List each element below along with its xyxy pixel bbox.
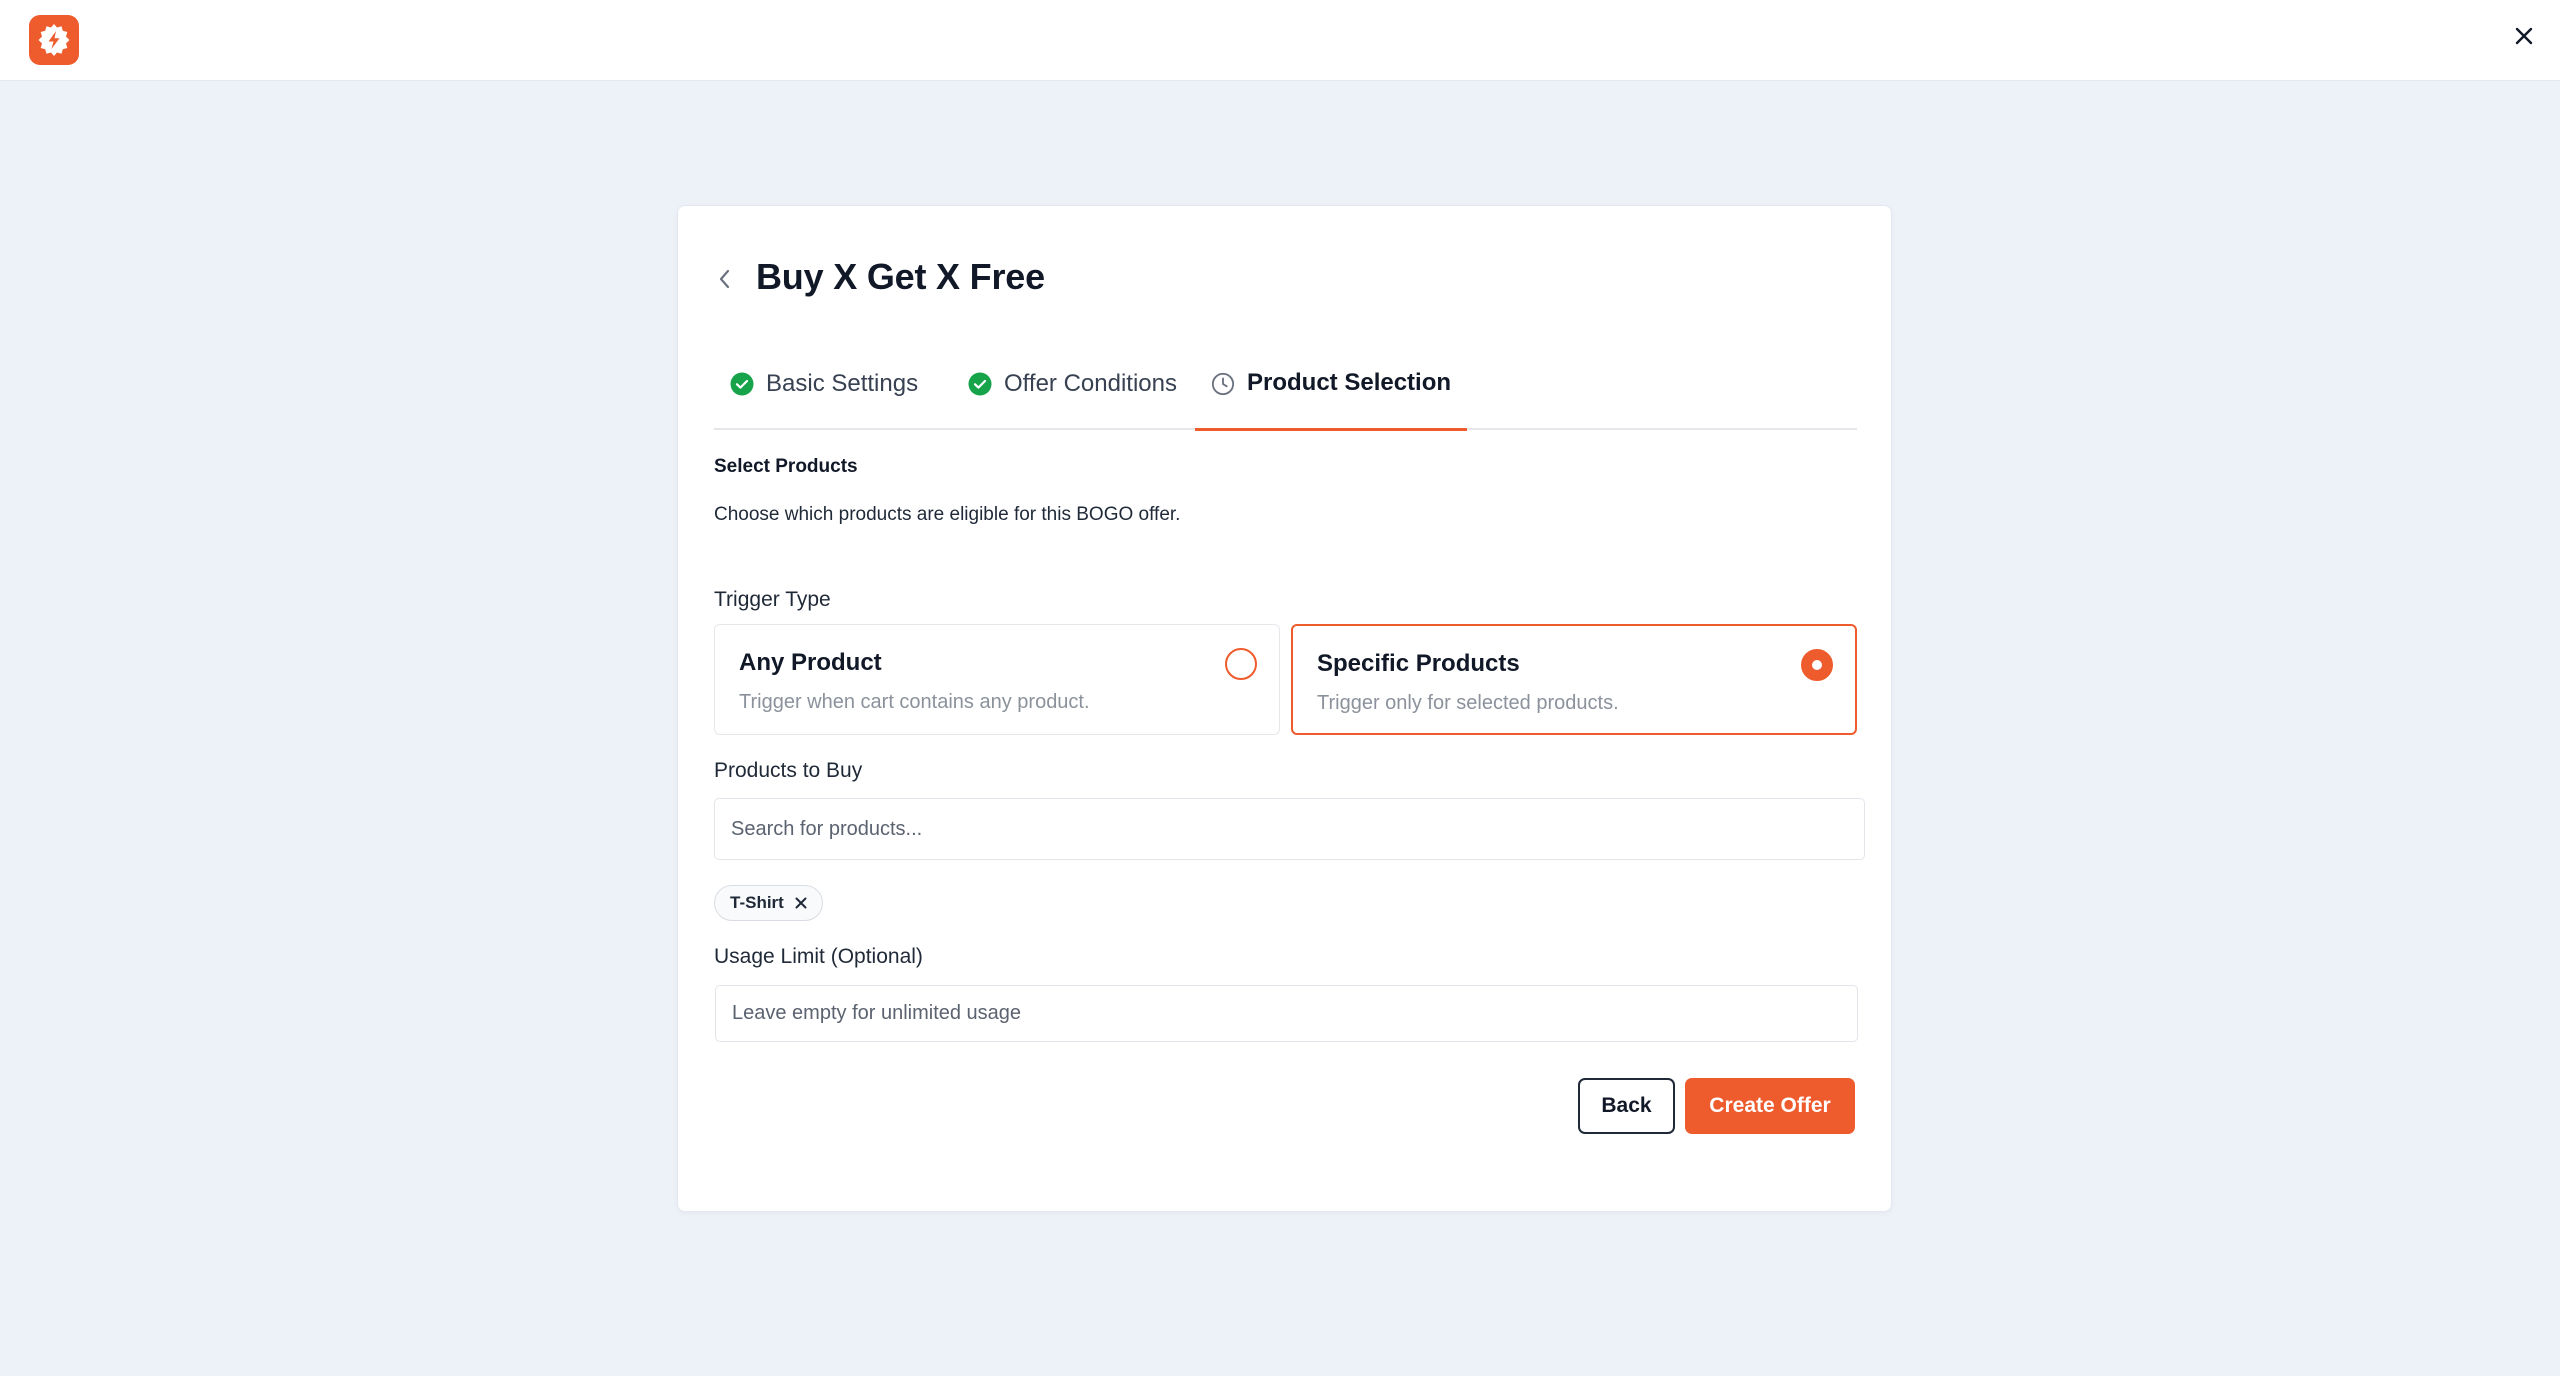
usage-limit-input[interactable] (715, 985, 1858, 1042)
option-description: Trigger only for selected products. (1317, 692, 1619, 714)
tab-label: Basic Settings (766, 370, 919, 397)
chip-label: T-Shirt (730, 893, 784, 912)
trigger-type-label: Trigger Type (714, 588, 831, 611)
product-search-input[interactable] (714, 798, 1865, 860)
close-icon[interactable] (794, 896, 808, 910)
tab-product-selection[interactable]: Product Selection (1195, 338, 1468, 431)
check-circle-icon (968, 372, 992, 396)
radio-any-product[interactable] (1225, 648, 1257, 680)
trigger-option-specific-products[interactable]: Specific Products Trigger only for selec… (1291, 624, 1857, 735)
product-chip: T-Shirt (714, 885, 823, 921)
close-icon (2515, 27, 2533, 45)
app-logo[interactable] (29, 15, 79, 65)
back-link[interactable] (712, 266, 738, 292)
offer-card: Buy X Get X Free Basic Settings Offer Co… (677, 205, 1892, 1212)
section-description: Choose which products are eligible for t… (714, 504, 1181, 525)
option-description: Trigger when cart contains any product. (739, 691, 1090, 713)
products-to-buy-label: Products to Buy (714, 759, 863, 782)
back-button[interactable]: Back (1578, 1078, 1675, 1134)
section-title: Select Products (714, 456, 858, 477)
option-title: Any Product (739, 649, 882, 676)
tab-basic-settings[interactable]: Basic Settings (714, 338, 934, 430)
lightning-gear-icon (38, 24, 70, 56)
step-tabs: Basic Settings Offer Conditions Product … (714, 338, 1857, 431)
usage-limit-label: Usage Limit (Optional) (714, 945, 923, 968)
option-title: Specific Products (1317, 650, 1520, 677)
trigger-option-any-product[interactable]: Any Product Trigger when cart contains a… (714, 624, 1280, 735)
close-button[interactable] (2510, 22, 2538, 50)
radio-specific-products[interactable] (1801, 649, 1833, 681)
page-title: Buy X Get X Free (756, 256, 1045, 297)
tab-offer-conditions[interactable]: Offer Conditions (952, 338, 1193, 430)
top-bar (0, 0, 2560, 81)
check-circle-icon (730, 372, 754, 396)
tab-label: Product Selection (1247, 369, 1452, 396)
tab-label: Offer Conditions (1004, 370, 1177, 397)
create-offer-button[interactable]: Create Offer (1685, 1078, 1855, 1134)
clock-icon (1211, 371, 1235, 396)
chevron-left-icon (719, 269, 730, 289)
